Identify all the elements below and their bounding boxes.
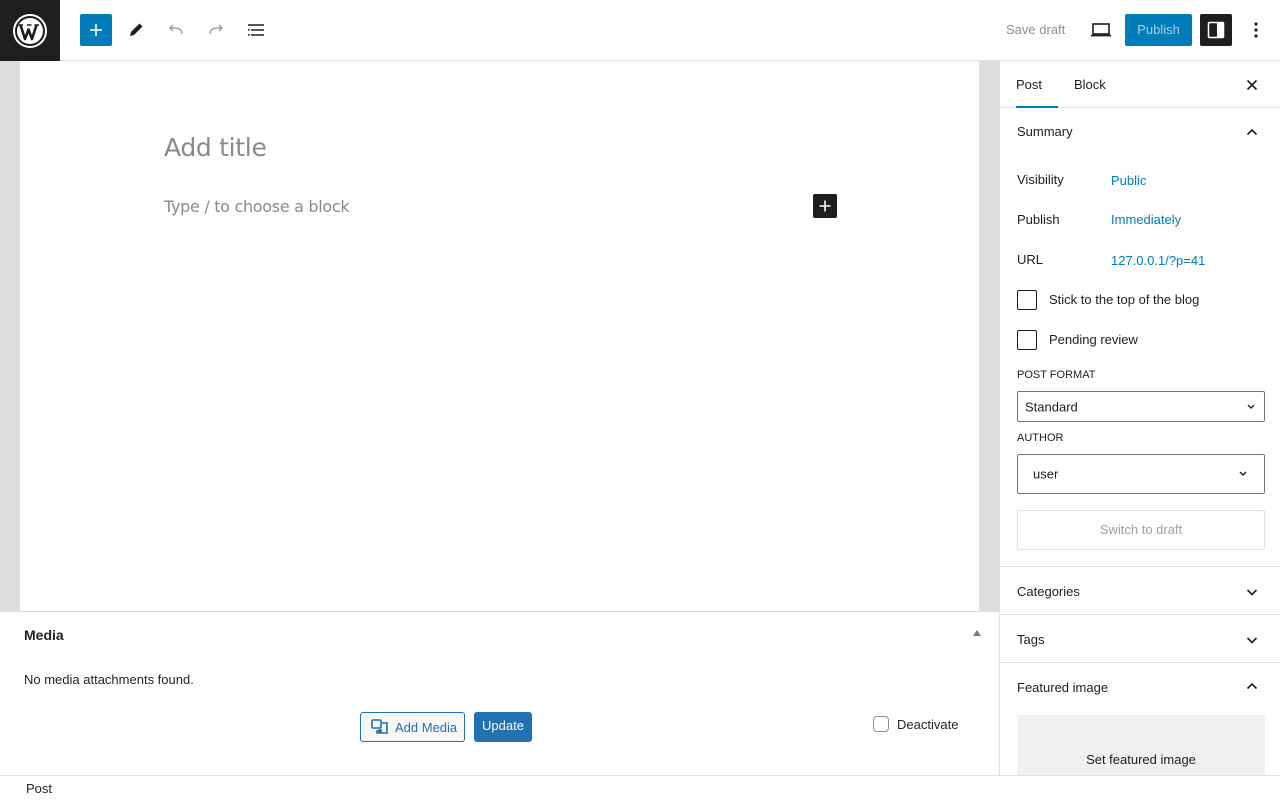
tab-post[interactable]: Post: [1016, 61, 1058, 108]
publish-button[interactable]: Publish: [1125, 14, 1192, 46]
post-format-value: Standard: [1025, 399, 1078, 414]
options-button[interactable]: [1240, 14, 1272, 46]
deactivate-label: Deactivate: [897, 716, 959, 732]
collapse-arrow-icon[interactable]: [973, 630, 981, 636]
visibility-value-button[interactable]: Public: [1111, 173, 1146, 188]
author-select[interactable]: user: [1017, 454, 1265, 494]
preview-button[interactable]: [1085, 14, 1117, 46]
publish-date-button[interactable]: Immediately: [1111, 212, 1181, 227]
kebab-menu-icon: [1254, 22, 1258, 38]
media-icon: [371, 719, 388, 734]
undo-button[interactable]: [160, 14, 192, 46]
close-icon: [1246, 79, 1258, 91]
inline-add-block-button[interactable]: [813, 194, 837, 218]
settings-sidebar: Post Block Summary Visibility Public Pub…: [999, 61, 1280, 775]
settings-toggle-button[interactable]: [1200, 14, 1232, 46]
visibility-label: Visibility: [1017, 172, 1064, 187]
tools-button[interactable]: [120, 14, 152, 46]
media-empty-message: No media attachments found.: [24, 672, 194, 687]
categories-panel-title: Categories: [1017, 584, 1080, 599]
editor-header: Save draft Publish: [0, 0, 1280, 61]
list-view-button[interactable]: [240, 14, 272, 46]
plus-icon: [90, 24, 102, 36]
breadcrumb[interactable]: Post: [26, 781, 52, 796]
chevron-down-icon: [1242, 582, 1262, 602]
chevron-down-icon: [1238, 467, 1248, 482]
close-sidebar-button[interactable]: [1240, 73, 1264, 97]
featured-image-panel-header[interactable]: Featured image: [1000, 663, 1280, 711]
editor-footer: Post: [0, 775, 1280, 800]
desktop-preview-icon: [1091, 23, 1111, 37]
summary-panel-header[interactable]: Summary: [1000, 108, 1280, 156]
list-view-icon: [248, 24, 264, 36]
set-featured-image-label: Set featured image: [1086, 752, 1196, 767]
url-value-button[interactable]: 127.0.0.1/?p=41: [1111, 253, 1205, 268]
media-meta-box: Media No media attachments found. Add Me…: [0, 611, 999, 775]
plus-icon: [819, 200, 831, 212]
chevron-down-icon: [1246, 399, 1256, 414]
editor-canvas[interactable]: Add title Type / to choose a block: [20, 61, 979, 611]
post-title-input[interactable]: Add title: [164, 133, 267, 162]
chevron-down-icon: [1242, 630, 1262, 650]
wordpress-logo-icon[interactable]: [0, 0, 60, 61]
sticky-label[interactable]: Stick to the top of the blog: [1049, 292, 1199, 307]
deactivate-option[interactable]: Deactivate: [873, 716, 958, 732]
deactivate-checkbox[interactable]: [873, 716, 889, 732]
switch-to-draft-button[interactable]: Switch to draft: [1017, 510, 1265, 550]
add-block-button[interactable]: [80, 14, 112, 46]
sticky-checkbox[interactable]: [1017, 290, 1037, 310]
featured-image-panel-title: Featured image: [1017, 680, 1109, 695]
url-label: URL: [1017, 252, 1044, 267]
post-format-label: POST FORMAT: [1017, 369, 1096, 381]
categories-panel-header[interactable]: Categories: [1000, 567, 1280, 615]
summary-panel-title: Summary: [1017, 124, 1073, 139]
editor-canvas-wrapper: Add title Type / to choose a block: [0, 61, 999, 611]
media-box-title: Media: [24, 627, 64, 643]
undo-icon: [168, 24, 183, 35]
pencil-icon: [130, 23, 143, 36]
add-media-button[interactable]: Add Media: [360, 712, 465, 742]
sidebar-tabs: Post Block: [1000, 61, 1280, 108]
redo-icon: [209, 24, 224, 35]
redo-button[interactable]: [200, 14, 232, 46]
tags-panel-title: Tags: [1017, 632, 1045, 647]
add-media-label: Add Media: [395, 719, 458, 735]
sidebar-toggle-icon: [1207, 21, 1225, 39]
chevron-up-icon: [1242, 676, 1262, 696]
tab-block[interactable]: Block: [1074, 61, 1106, 108]
chevron-up-icon: [1242, 122, 1262, 142]
author-value: user: [1033, 466, 1059, 482]
block-appender[interactable]: Type / to choose a block: [164, 197, 350, 216]
tags-panel-header[interactable]: Tags: [1000, 615, 1280, 663]
set-featured-image-button[interactable]: Set featured image: [1017, 715, 1265, 775]
publish-label: Publish: [1017, 212, 1060, 227]
post-format-select[interactable]: Standard: [1017, 391, 1265, 422]
pending-review-checkbox[interactable]: [1017, 330, 1037, 350]
update-button[interactable]: Update: [474, 712, 532, 742]
save-draft-button[interactable]: Save draft: [996, 14, 1075, 46]
author-label: AUTHOR: [1017, 432, 1064, 444]
pending-review-label[interactable]: Pending review: [1049, 332, 1138, 347]
